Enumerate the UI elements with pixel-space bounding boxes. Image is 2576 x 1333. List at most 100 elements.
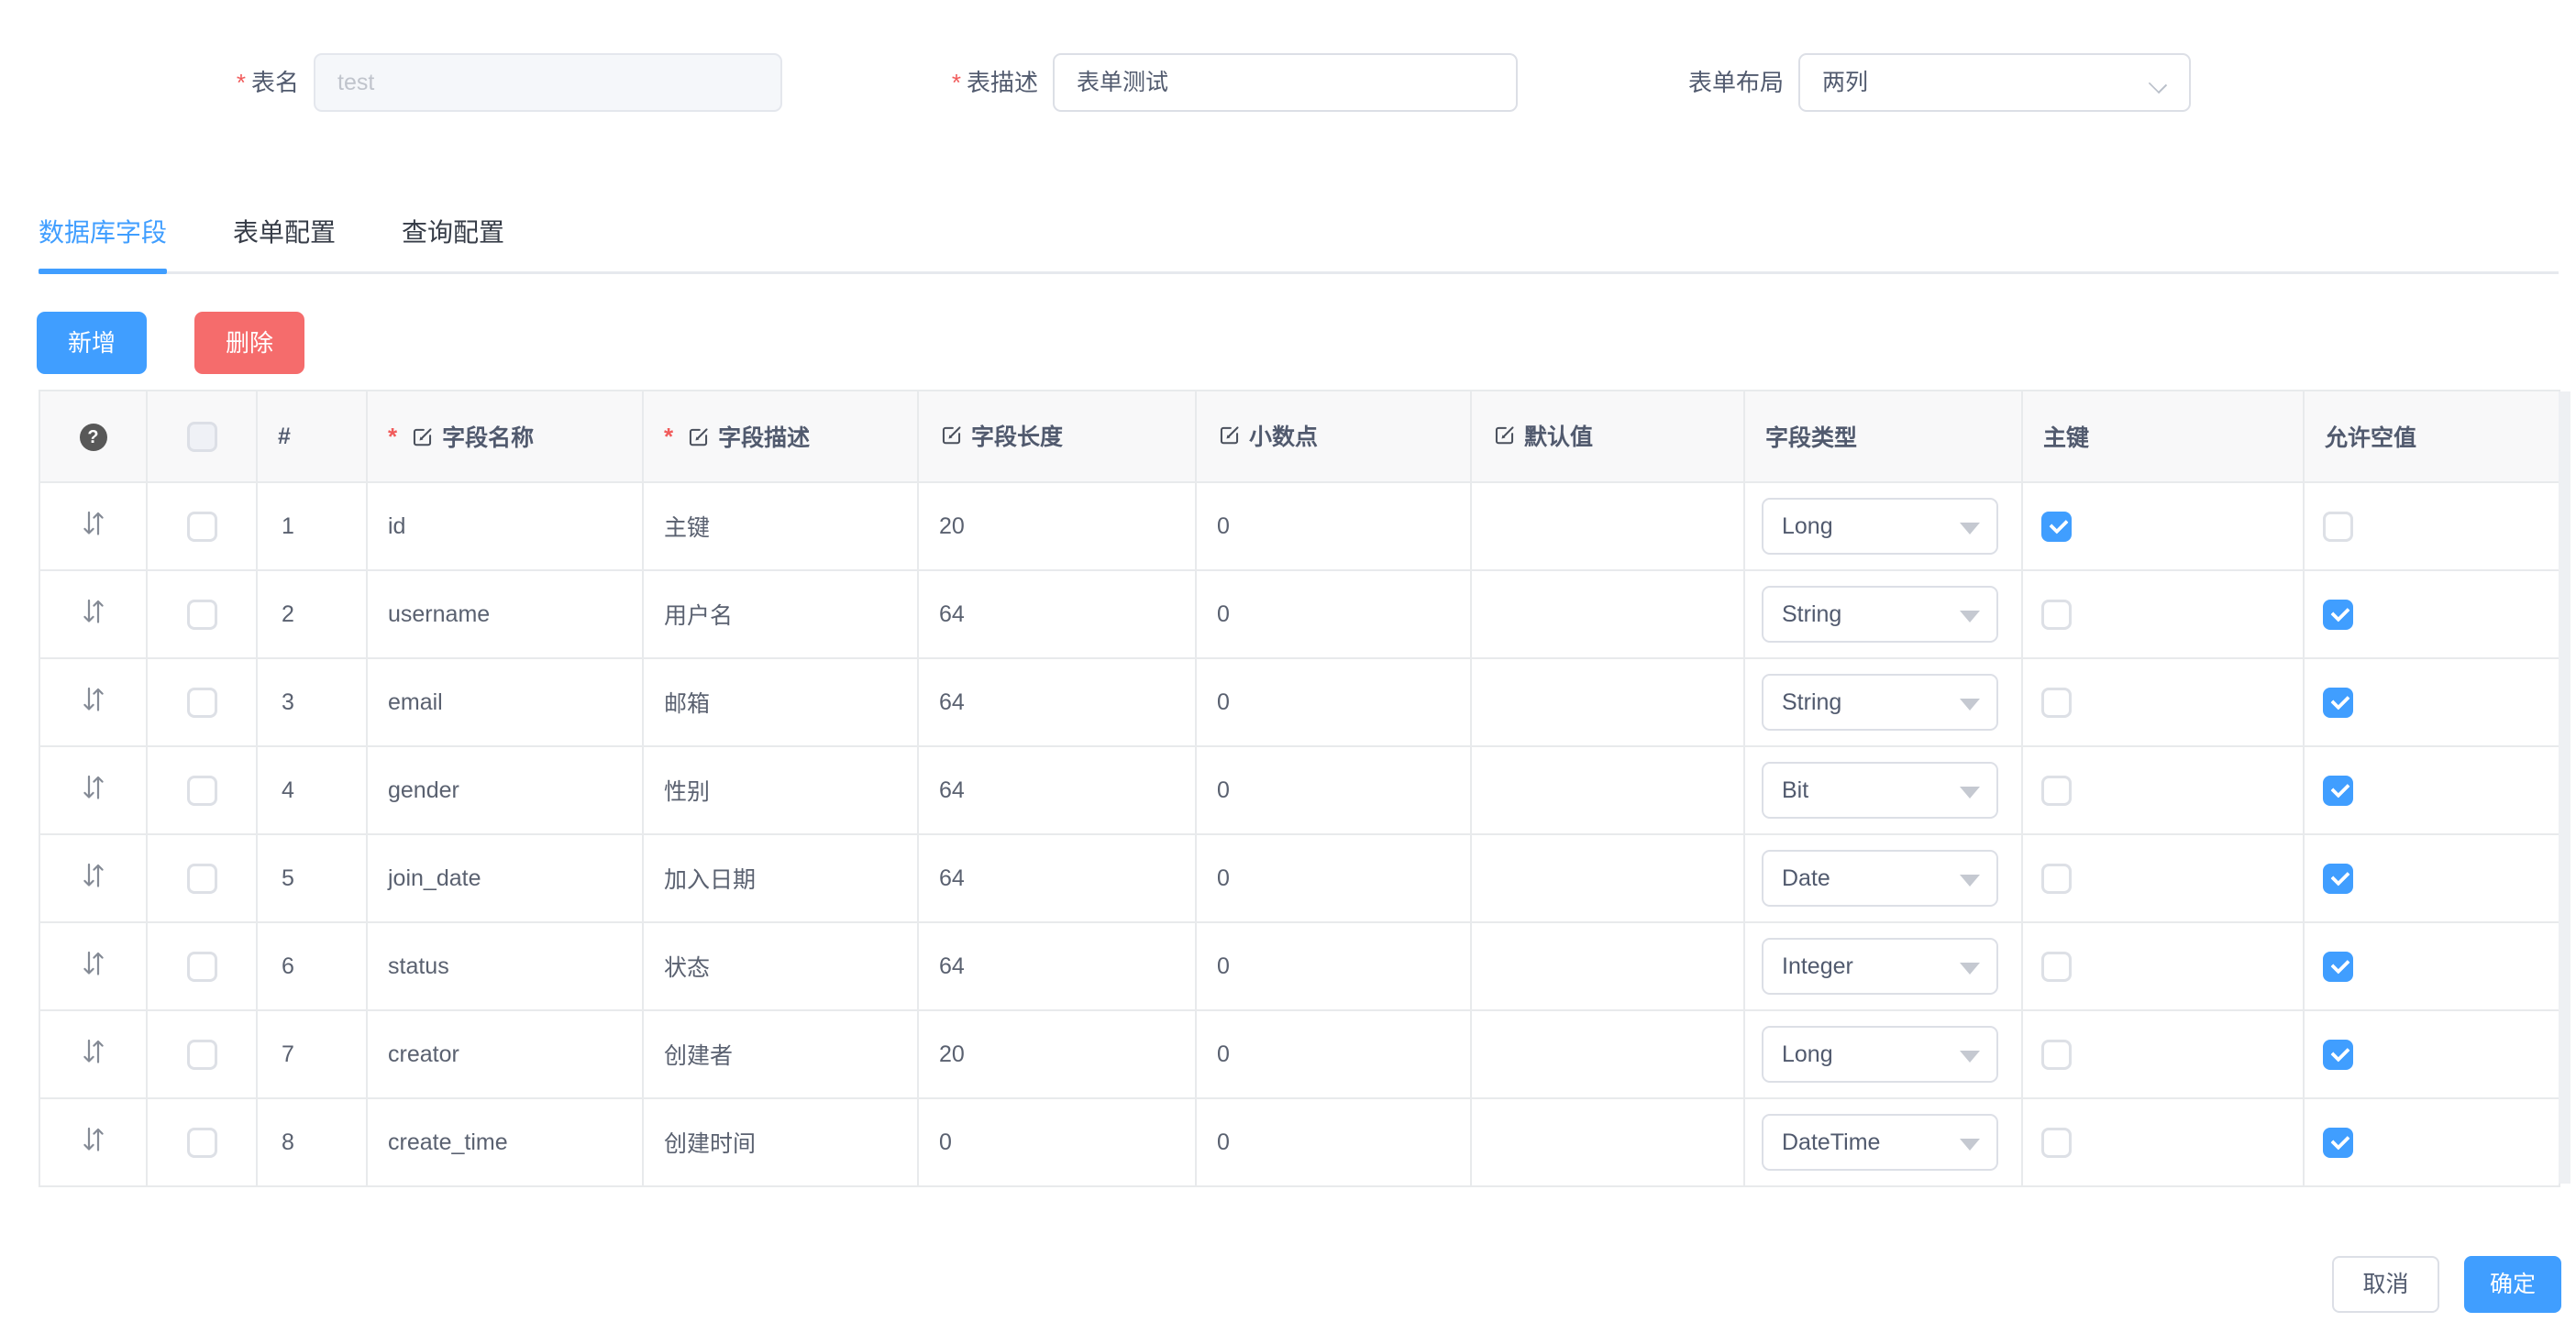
- row-checkbox[interactable]: [187, 600, 217, 630]
- field-decimal-cell[interactable]: 0: [1196, 922, 1471, 1010]
- drag-sort-icon[interactable]: [79, 1036, 108, 1067]
- field-length-cell[interactable]: 64: [918, 658, 1196, 746]
- field-desc-cell[interactable]: 状态: [643, 922, 918, 1010]
- allow-null-checkbox[interactable]: [2323, 688, 2353, 718]
- cancel-button[interactable]: 取消: [2332, 1256, 2439, 1313]
- field-name-cell[interactable]: join_date: [367, 834, 643, 922]
- table-scrollbar-gutter[interactable]: [2559, 391, 2570, 1184]
- field-name-cell[interactable]: status: [367, 922, 643, 1010]
- allow-null-checkbox[interactable]: [2323, 776, 2353, 806]
- field-decimal-cell[interactable]: 0: [1196, 658, 1471, 746]
- field-length-cell[interactable]: 64: [918, 570, 1196, 658]
- field-desc-cell[interactable]: 用户名: [643, 570, 918, 658]
- row-index: 6: [257, 922, 367, 1010]
- row-checkbox[interactable]: [187, 1128, 217, 1158]
- field-name-cell[interactable]: creator: [367, 1010, 643, 1098]
- field-length-cell[interactable]: 64: [918, 746, 1196, 834]
- allow-null-checkbox[interactable]: [2323, 952, 2353, 982]
- form-layout-select[interactable]: 两列: [1798, 53, 2191, 112]
- primary-key-checkbox[interactable]: [2041, 1128, 2072, 1158]
- field-name-cell[interactable]: id: [367, 482, 643, 570]
- row-checkbox[interactable]: [187, 1040, 217, 1070]
- field-length-cell[interactable]: 20: [918, 1010, 1196, 1098]
- drag-sort-icon[interactable]: [79, 596, 108, 627]
- allow-null-checkbox[interactable]: [2323, 512, 2353, 542]
- field-type-select[interactable]: String: [1762, 586, 1998, 643]
- field-default-cell[interactable]: [1471, 1010, 1744, 1098]
- drag-sort-icon[interactable]: [79, 508, 108, 539]
- allow-null-checkbox[interactable]: [2323, 1040, 2353, 1070]
- field-type-select[interactable]: Long: [1762, 498, 1998, 555]
- field-desc-cell[interactable]: 主键: [643, 482, 918, 570]
- field-decimal-cell[interactable]: 0: [1196, 570, 1471, 658]
- confirm-button[interactable]: 确定: [2464, 1256, 2561, 1313]
- field-name-cell[interactable]: create_time: [367, 1098, 643, 1186]
- primary-key-checkbox[interactable]: [2041, 776, 2072, 806]
- field-default-cell[interactable]: [1471, 570, 1744, 658]
- caret-down-icon: [1960, 699, 1980, 711]
- primary-key-checkbox[interactable]: [2041, 952, 2072, 982]
- field-type-value: Long: [1782, 1041, 1833, 1067]
- drag-sort-icon[interactable]: [79, 684, 108, 715]
- field-type-select[interactable]: String: [1762, 674, 1998, 731]
- allow-null-cell: [2304, 1098, 2559, 1186]
- field-decimal-cell[interactable]: 0: [1196, 1098, 1471, 1186]
- primary-key-checkbox[interactable]: [2041, 512, 2072, 542]
- field-decimal-cell[interactable]: 0: [1196, 746, 1471, 834]
- field-default-cell[interactable]: [1471, 922, 1744, 1010]
- field-length-cell[interactable]: 0: [918, 1098, 1196, 1186]
- row-checkbox[interactable]: [187, 952, 217, 982]
- primary-key-checkbox[interactable]: [2041, 688, 2072, 718]
- tab-query-config[interactable]: 查询配置: [402, 213, 504, 271]
- allow-null-checkbox[interactable]: [2323, 600, 2353, 630]
- tab-database-fields[interactable]: 数据库字段: [39, 213, 167, 271]
- drag-sort-icon[interactable]: [79, 1124, 108, 1155]
- field-name-cell[interactable]: username: [367, 570, 643, 658]
- field-type-select[interactable]: Integer: [1762, 938, 1998, 995]
- drag-sort-icon[interactable]: [79, 860, 108, 891]
- field-default-cell[interactable]: [1471, 746, 1744, 834]
- help-icon[interactable]: ?: [80, 424, 107, 451]
- field-length-cell[interactable]: 64: [918, 922, 1196, 1010]
- select-all-checkbox[interactable]: [187, 422, 217, 452]
- field-decimal-cell[interactable]: 0: [1196, 1010, 1471, 1098]
- tab-form-config[interactable]: 表单配置: [233, 213, 336, 271]
- add-button[interactable]: 新增: [37, 312, 147, 374]
- default-value-header: 默认值: [1471, 391, 1744, 482]
- field-decimal-cell[interactable]: 0: [1196, 834, 1471, 922]
- table-desc-input[interactable]: 表单测试: [1053, 53, 1518, 112]
- field-desc-cell[interactable]: 创建时间: [643, 1098, 918, 1186]
- allow-null-checkbox[interactable]: [2323, 864, 2353, 894]
- allow-null-checkbox[interactable]: [2323, 1128, 2353, 1158]
- drag-sort-icon[interactable]: [79, 948, 108, 979]
- field-type-select[interactable]: Bit: [1762, 762, 1998, 819]
- field-type-select[interactable]: Date: [1762, 850, 1998, 907]
- field-desc-cell[interactable]: 创建者: [643, 1010, 918, 1098]
- row-checkbox[interactable]: [187, 512, 217, 542]
- field-decimal-cell[interactable]: 0: [1196, 482, 1471, 570]
- table-name-input[interactable]: test: [314, 53, 782, 112]
- allow-null-header: 允许空值: [2304, 391, 2559, 482]
- field-length-cell[interactable]: 64: [918, 834, 1196, 922]
- field-length-cell[interactable]: 20: [918, 482, 1196, 570]
- field-desc-cell[interactable]: 邮箱: [643, 658, 918, 746]
- field-default-cell[interactable]: [1471, 834, 1744, 922]
- delete-button[interactable]: 删除: [194, 312, 304, 374]
- field-type-select[interactable]: DateTime: [1762, 1114, 1998, 1171]
- field-default-cell[interactable]: [1471, 1098, 1744, 1186]
- field-name-cell[interactable]: gender: [367, 746, 643, 834]
- primary-key-checkbox[interactable]: [2041, 1040, 2072, 1070]
- row-checkbox[interactable]: [187, 776, 217, 806]
- field-default-cell[interactable]: [1471, 482, 1744, 570]
- drag-sort-icon[interactable]: [79, 772, 108, 803]
- field-type-select[interactable]: Long: [1762, 1026, 1998, 1083]
- row-checkbox[interactable]: [187, 864, 217, 894]
- row-checkbox[interactable]: [187, 688, 217, 718]
- field-name-cell[interactable]: email: [367, 658, 643, 746]
- primary-key-checkbox[interactable]: [2041, 600, 2072, 630]
- field-default-cell[interactable]: [1471, 658, 1744, 746]
- field-desc-cell[interactable]: 性别: [643, 746, 918, 834]
- row-index: 4: [257, 746, 367, 834]
- primary-key-checkbox[interactable]: [2041, 864, 2072, 894]
- field-desc-cell[interactable]: 加入日期: [643, 834, 918, 922]
